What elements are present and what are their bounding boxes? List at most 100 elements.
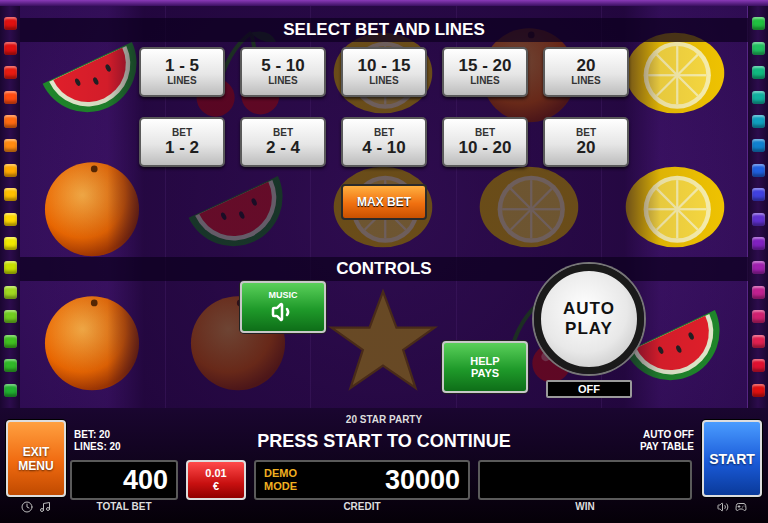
speaker-icon [271, 300, 295, 324]
game-screen: SELECT BET AND LINES1 - 5LINES5 - 10LINE… [0, 0, 768, 523]
clock-icon[interactable] [21, 501, 33, 513]
line-light [752, 188, 765, 201]
line-light [4, 66, 17, 79]
line-light [4, 188, 17, 201]
bet-options: BET1 - 2BET2 - 4BET4 - 10BET10 - 20BET20 [20, 117, 748, 167]
win-label: WIN [575, 501, 594, 512]
left-line-lights [0, 6, 20, 408]
bet-info: BET: 20LINES: 20 [74, 429, 164, 454]
lines-button[interactable]: 5 - 10LINES [240, 47, 326, 97]
line-light [4, 115, 17, 128]
coin-currency: € [213, 480, 219, 493]
lines-label: LINES [470, 75, 499, 87]
lines-range: 1 - 5 [165, 57, 199, 76]
line-light [752, 213, 765, 226]
lines-range: 20 [577, 57, 596, 76]
line-light [4, 335, 17, 348]
bet-range: 20 [577, 139, 596, 158]
line-light [4, 164, 17, 177]
reel-area: SELECT BET AND LINES1 - 5LINES5 - 10LINE… [20, 6, 748, 408]
lines-button[interactable]: 1 - 5LINES [139, 47, 225, 97]
lines-label: LINES [369, 75, 398, 87]
line-light [752, 66, 765, 79]
lines-label: LINES [571, 75, 600, 87]
total-bet-label: TOTAL BET [97, 501, 152, 512]
line-light [752, 286, 765, 299]
controls-title: CONTROLS [20, 257, 748, 281]
line-light [4, 91, 17, 104]
bet-label: BET [273, 127, 293, 139]
left-column: EXIT MENU [6, 412, 66, 521]
lines-range: 15 - 20 [459, 57, 512, 76]
music-note-icon[interactable] [39, 501, 51, 513]
line-light [752, 384, 765, 397]
lines-options: 1 - 5LINES5 - 10LINES10 - 15LINES15 - 20… [20, 47, 748, 97]
bet-label: BET [172, 127, 192, 139]
bet-label: BET [576, 127, 596, 139]
line-light [752, 261, 765, 274]
credit-label: CREDIT [343, 501, 380, 512]
coin-value-button[interactable]: 0.01€ [186, 460, 246, 500]
win-cell: WIN [478, 460, 692, 512]
line-light [752, 91, 765, 104]
sound-icon[interactable] [717, 501, 729, 513]
total-bet-value: 400 [123, 465, 168, 496]
center-panel: 20 STAR PARTY BET: 20LINES: 20 PRESS START… [70, 412, 698, 521]
right-icons [717, 501, 747, 513]
total-bet-cell: 400 TOTAL BET [70, 460, 178, 512]
line-light [4, 237, 17, 250]
pay-table-link[interactable]: PAY TABLE [640, 441, 694, 454]
bet-label: BET [374, 127, 394, 139]
game-title: 20 STAR PARTY [70, 414, 698, 426]
bet-range: 4 - 10 [362, 139, 405, 158]
help-pays-button[interactable]: HELP PAYS [442, 341, 528, 393]
menu-title: SELECT BET AND LINES [20, 18, 748, 42]
line-light [4, 139, 17, 152]
credit-value: 30000 [385, 465, 460, 496]
total-bet-display: 400 [70, 460, 178, 500]
bet-button[interactable]: BET20 [543, 117, 629, 167]
line-light [4, 261, 17, 274]
status-message: PRESS START TO CONTINUE [257, 431, 510, 452]
bet-text: BET: 20 [74, 429, 110, 442]
line-light [4, 310, 17, 323]
line-light [4, 213, 17, 226]
line-light [752, 335, 765, 348]
demo-mode-label: DEMO MODE [264, 467, 304, 492]
stage: SELECT BET AND LINES1 - 5LINES5 - 10LINE… [0, 6, 768, 408]
left-icons [21, 501, 51, 513]
max-bet-button[interactable]: MAX BET [341, 184, 427, 220]
bet-button[interactable]: BET1 - 2 [139, 117, 225, 167]
lines-button[interactable]: 10 - 15LINES [341, 47, 427, 97]
bet-range: 10 - 20 [459, 139, 512, 158]
auto-play-button[interactable]: AUTO PLAY [534, 264, 644, 374]
lines-button[interactable]: 15 - 20LINES [442, 47, 528, 97]
gamepad-icon[interactable] [735, 501, 747, 513]
line-light [752, 164, 765, 177]
line-light [4, 384, 17, 397]
auto-play-group: AUTO PLAY OFF [533, 264, 645, 398]
start-button[interactable]: START [702, 420, 762, 497]
lines-label: LINES [268, 75, 297, 87]
bet-button[interactable]: BET10 - 20 [442, 117, 528, 167]
music-button[interactable]: MUSIC [240, 281, 326, 333]
bet-button[interactable]: BET2 - 4 [240, 117, 326, 167]
right-column: START [702, 412, 762, 521]
line-light [752, 359, 765, 372]
music-label: MUSIC [269, 290, 298, 300]
line-light [752, 42, 765, 55]
controls: MUSICHELP PAYSAUTO PLAYOFF [20, 281, 748, 403]
right-line-lights [748, 6, 768, 408]
coin-value: 0.01 [205, 467, 226, 480]
auto-play-status: OFF [546, 380, 632, 398]
lines-range: 10 - 15 [358, 57, 411, 76]
bet-button[interactable]: BET4 - 10 [341, 117, 427, 167]
line-light [752, 310, 765, 323]
credit-cell: DEMO MODE 30000 CREDIT [254, 460, 470, 512]
bet-range: 2 - 4 [266, 139, 300, 158]
lines-range: 5 - 10 [261, 57, 304, 76]
exit-menu-button[interactable]: EXIT MENU [6, 420, 66, 497]
info-row: BET: 20LINES: 20PRESS START TO CONTINUEA… [70, 426, 698, 456]
display-row: 400 TOTAL BET 0.01€ DEMO MODE 30000 CREDIT WIN [70, 460, 698, 512]
lines-button[interactable]: 20LINES [543, 47, 629, 97]
